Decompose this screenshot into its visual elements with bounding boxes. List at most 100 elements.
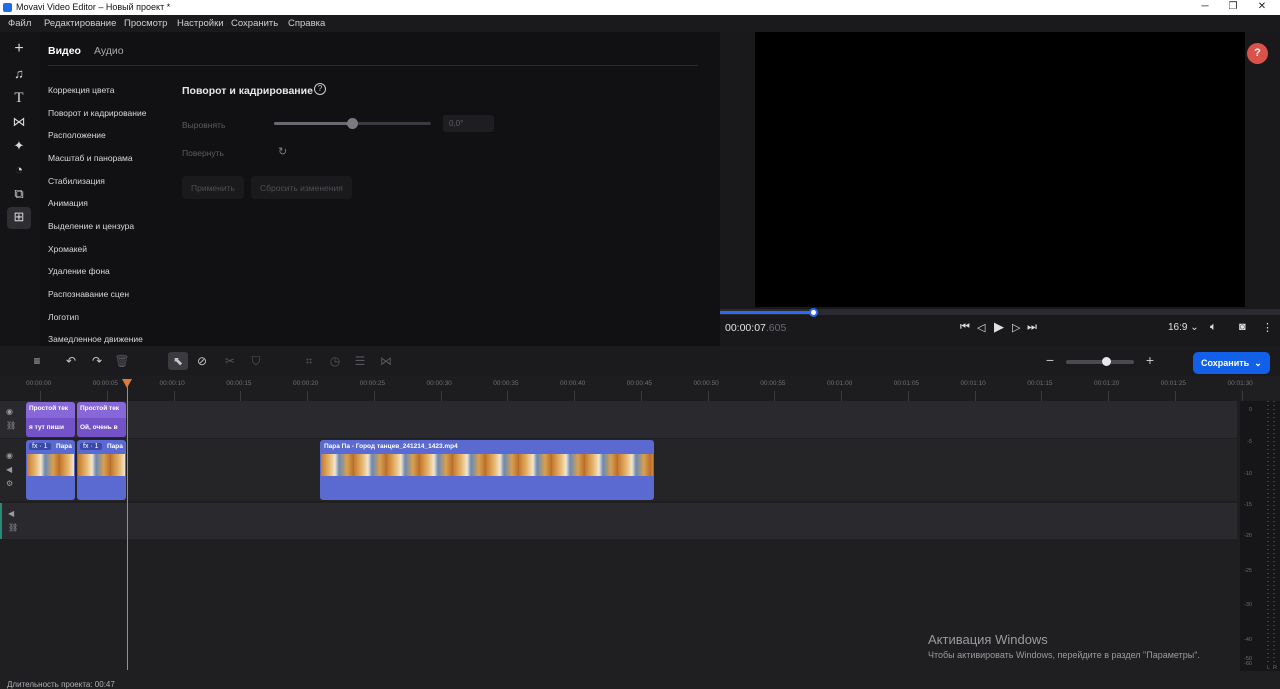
play-icon[interactable]: ▶ [994,319,1004,335]
video-thumbnails [78,454,125,476]
apply-button[interactable]: Применить [182,176,244,199]
align-slider-handle[interactable] [347,118,358,129]
menu-help[interactable]: Справка [288,18,325,29]
nav-scene-detection[interactable]: Распознавание сцен [48,289,129,299]
next-frame-icon[interactable]: ▷ [1012,321,1020,334]
tab-video[interactable]: Видео [48,45,81,57]
snapshot-icon[interactable]: ◙ [1239,321,1246,333]
volume-icon[interactable]: ◀︎ [6,465,12,474]
video-clip[interactable]: fx · 1 Пара [26,440,75,500]
minimize-button[interactable]: ─ [1197,1,1213,12]
nav-zoom-pan[interactable]: Масштаб и панорама [48,153,133,163]
cut-icon[interactable]: ✂ [222,354,238,368]
speed-icon[interactable]: ◷ [327,354,343,368]
reset-button[interactable]: Сбросить изменения [251,176,352,199]
nav-highlight-censor[interactable]: Выделение и цензура [48,221,134,231]
ruler-tick [640,391,642,401]
video-clip[interactable]: fx · 1 Пара [77,440,126,500]
filters-icon[interactable]: ⧉ [9,184,29,204]
link-icon[interactable]: ⛓︎ [6,421,16,430]
select-tool-icon[interactable]: ⬉ [168,352,188,370]
disable-icon[interactable]: ⊘ [194,354,210,368]
add-track-icon[interactable]: ≡ [29,354,45,368]
menu-save[interactable]: Сохранить [231,18,278,29]
zoom-out-icon[interactable]: − [1042,352,1058,368]
ruler-tick-label: 00:00:55 [760,380,786,387]
ruler-tick [1174,391,1176,401]
menu-file[interactable]: Файл [8,18,31,29]
text-clip-content: Ой, очень в [80,424,118,431]
restore-button[interactable]: ❐ [1225,1,1241,12]
skip-start-icon[interactable]: ⏮ [960,321,970,334]
ruler-tick [40,391,41,401]
more-options-icon[interactable]: ⋮ [1262,321,1273,334]
video-clip[interactable]: Пара Па - Город танцев_241214_1423.mp4 [320,440,654,500]
effects-icon[interactable]: ✦ [9,136,29,156]
timecode-ms: .605 [765,322,787,334]
menu-settings[interactable]: Настройки [177,18,224,29]
eye-icon[interactable]: ◉ [6,407,13,416]
timeline-ruler[interactable]: 00:00:00 00:00:05 00:00:10 00:00:15 00:00:20… [0,376,1253,401]
playback-scrubber[interactable] [720,308,1280,317]
vu-scale-label: -20 [1244,533,1252,539]
title-bar: Movavi Video Editor – Новый проект * ─ ❐… [0,0,1280,15]
music-icon[interactable]: ♫ [9,64,29,84]
align-value-input[interactable]: 0,0° [443,115,494,132]
text-clip[interactable]: Простой тек я тут пиши [26,402,75,437]
close-button[interactable]: ✕ [1254,1,1270,12]
export-save-button[interactable]: Сохранить ⌄ [1193,352,1270,374]
aspect-ratio-select[interactable]: 16:9 ⌄ [1168,322,1199,333]
marker-icon[interactable]: ⛉ [248,354,264,369]
redo-icon[interactable]: ↷ [89,354,105,368]
tab-audio[interactable]: Аудио [94,45,124,57]
nav-position[interactable]: Расположение [48,130,106,140]
ruler-tick [106,391,108,401]
preview-panel: ? 00:00:07.605 ⏮ ◁ ▶ ▷ ⏭ 16:9 ⌄ 🔈︎ ◙ ⋮ [720,32,1280,346]
settings-icon[interactable]: ⚙︎ [6,479,13,488]
skip-end-icon[interactable]: ⏭ [1027,321,1037,334]
import-icon[interactable]: + [9,39,29,59]
nav-chromakey[interactable]: Хромакей [48,244,87,254]
nav-rotate-crop[interactable]: Поворот и кадрирование [48,108,146,118]
align-slider[interactable] [274,118,431,129]
transition-tool-icon[interactable]: ⋈ [378,354,394,368]
rotate-icon[interactable]: ↻ [278,145,287,158]
text-clip[interactable]: Простой тек Ой, очень в [77,402,126,437]
vu-scale-label: -15 [1244,502,1252,508]
volume-icon[interactable]: 🔈︎ [1210,321,1217,334]
more-tools-icon[interactable]: ⊞ [7,207,31,229]
scrubber-handle[interactable] [809,308,819,317]
ruler-tick-label: 00:01:30 [1227,380,1253,387]
text-clip-title: Простой тек [80,405,120,412]
nav-animation[interactable]: Анимация [48,198,88,208]
nav-stabilization[interactable]: Стабилизация [48,176,105,186]
crop-icon[interactable]: ⌗ [301,354,317,369]
vu-scale-label: 0 [1248,407,1252,413]
undo-icon[interactable]: ↶ [63,354,79,368]
eye-icon[interactable]: ◉ [6,451,13,460]
ruler-tick [440,391,442,401]
nav-bg-removal[interactable]: Удаление фона [48,266,110,276]
prev-frame-icon[interactable]: ◁ [977,321,985,334]
nav-slow-motion[interactable]: Замедленное движение [48,334,143,344]
stickers-icon[interactable]: ◔ [9,160,29,180]
nav-color-correction[interactable]: Коррекция цвета [48,85,114,95]
titles-icon[interactable]: T [9,88,29,108]
transitions-icon[interactable]: ⋈ [9,112,29,132]
fx-badge[interactable]: fx · 1 [80,443,102,450]
timeline-zoom-slider[interactable] [1066,357,1134,366]
menu-edit[interactable]: Редактирование [44,18,116,29]
adjust-icon[interactable]: ☰ [352,354,368,368]
video-player[interactable] [755,32,1245,307]
help-button[interactable]: ? [1247,43,1268,64]
help-circle-icon[interactable]: ? [314,83,326,95]
playhead[interactable] [127,384,128,670]
nav-logo[interactable]: Логотип [48,312,79,322]
menu-view[interactable]: Просмотр [124,18,167,29]
volume-icon[interactable]: ◀︎ [8,509,14,518]
link-icon[interactable]: ⛓︎ [8,523,18,532]
video-thumbnails [27,454,74,476]
fx-badge[interactable]: fx · 1 [29,443,51,450]
zoom-in-icon[interactable]: + [1142,352,1158,368]
delete-icon[interactable]: 🗑︎ [114,354,130,368]
